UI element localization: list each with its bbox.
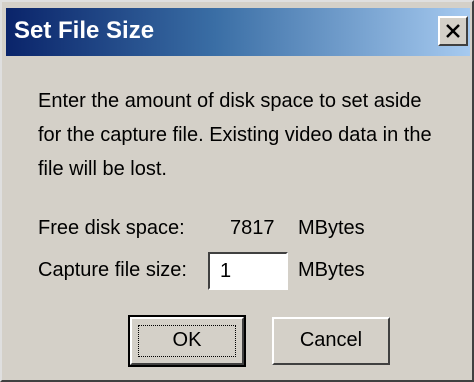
set-file-size-dialog: Set File Size Enter the amount of disk s… (0, 0, 474, 382)
capture-size-unit: MBytes (298, 259, 365, 281)
free-space-label: Free disk space: (38, 217, 185, 239)
capture-size-label: Capture file size: (38, 259, 187, 281)
title-bar[interactable]: Set File Size (6, 8, 470, 56)
close-button[interactable] (438, 16, 468, 46)
free-space-value: 7817 (230, 217, 275, 239)
close-icon (446, 24, 460, 38)
free-space-unit: MBytes (298, 217, 365, 239)
capture-size-input[interactable] (208, 252, 288, 290)
cancel-button-label: Cancel (299, 329, 363, 351)
cancel-button[interactable]: Cancel (272, 317, 390, 365)
dialog-title: Set File Size (14, 17, 155, 44)
instructions-text: Enter the amount of disk space to set as… (38, 90, 432, 180)
ok-button[interactable]: OK (128, 315, 246, 367)
focus-rect (138, 325, 236, 357)
